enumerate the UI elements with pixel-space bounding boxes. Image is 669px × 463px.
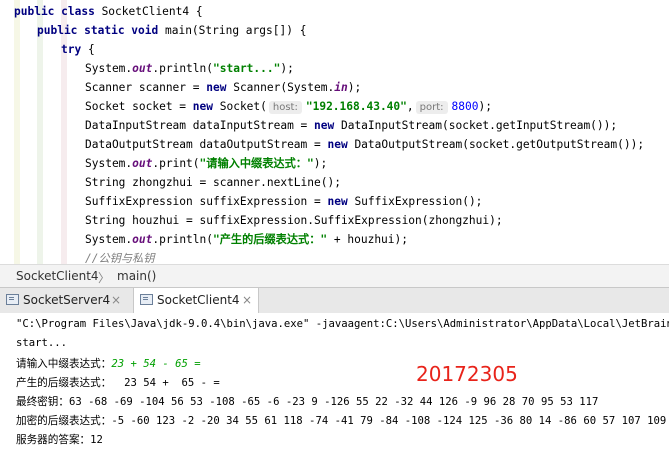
console-icon <box>140 294 153 305</box>
console-start-line: start... <box>16 337 68 349</box>
breadcrumb-class[interactable]: SocketClient4 <box>16 269 99 283</box>
tab-socketserver4[interactable]: SocketServer4 × <box>0 288 126 313</box>
code-line-class[interactable]: public class SocketClient4 { <box>14 2 203 21</box>
console-command-line: "C:\Program Files\Java\jdk-9.0.4\bin\jav… <box>16 318 669 330</box>
code-line-comment[interactable]: //公钥与私钥 <box>85 249 154 264</box>
close-icon[interactable]: × <box>242 293 252 307</box>
breadcrumb: SocketClient4 〉 main() <box>0 264 669 287</box>
breadcrumb-method[interactable]: main() <box>117 269 156 283</box>
code-line-output-stream[interactable]: DataOutputStream dataOutputStream = new … <box>85 135 644 154</box>
console-postfix-line: 产生的后缀表达式： 23 54 + 65 - = <box>16 377 220 389</box>
keyword: public class <box>14 5 95 18</box>
code-line-read-infix[interactable]: String zhongzhui = scanner.nextLine(); <box>85 173 341 192</box>
user-input: 23 + 54 - 65 = <box>111 358 201 370</box>
code-line-socket[interactable]: Socket socket = new Socket(host: "192.168… <box>85 97 492 116</box>
code-line-input-stream[interactable]: DataInputStream dataInputStream = new Da… <box>85 116 617 135</box>
code-editor[interactable]: public class SocketClient4 { public stat… <box>0 0 669 264</box>
code-line-print-postfix[interactable]: System.out.println("产生的后缀表达式：" + houzhui… <box>85 230 408 249</box>
code-line-houzhui[interactable]: String houzhui = suffixExpression.Suffix… <box>85 211 503 230</box>
code-line-main[interactable]: public static void main(String args[]) { <box>37 21 306 40</box>
code-line-print-start[interactable]: System.out.println("start..."); <box>85 59 294 78</box>
console-answer-line: 服务器的答案：12 <box>16 434 103 446</box>
student-id-watermark: 20172305 <box>416 362 518 386</box>
close-icon[interactable]: × <box>111 293 121 307</box>
code-line-try[interactable]: try { <box>61 40 95 59</box>
console-icon <box>6 294 19 305</box>
console-output[interactable]: "C:\Program Files\Java\jdk-9.0.4\bin\jav… <box>0 313 669 463</box>
parameter-hint-host: host: <box>268 101 302 114</box>
tab-socketclient4[interactable]: SocketClient4 × <box>133 288 259 313</box>
run-tabs: SocketServer4 × SocketClient4 × <box>0 287 669 314</box>
code-line-suffix-new[interactable]: SuffixExpression suffixExpression = new … <box>85 192 482 211</box>
console-infix-line: 请输入中缀表达式：23 + 54 - 65 = <box>16 358 201 370</box>
code-line-scanner[interactable]: Scanner scanner = new Scanner(System.in)… <box>85 78 361 97</box>
console-encrypted-line: 加密的后缀表达式：-5 -60 123 -2 -20 34 55 61 118 … <box>16 415 667 427</box>
console-key-line: 最终密钥：63 -68 -69 -104 56 53 -108 -65 -6 -… <box>16 396 599 408</box>
indent-guide <box>14 0 20 264</box>
breadcrumb-separator: 〉 <box>98 271 111 285</box>
code-line-print-prompt[interactable]: System.out.print("请输入中缀表达式："); <box>85 154 327 173</box>
parameter-hint-port: port: <box>415 101 448 114</box>
